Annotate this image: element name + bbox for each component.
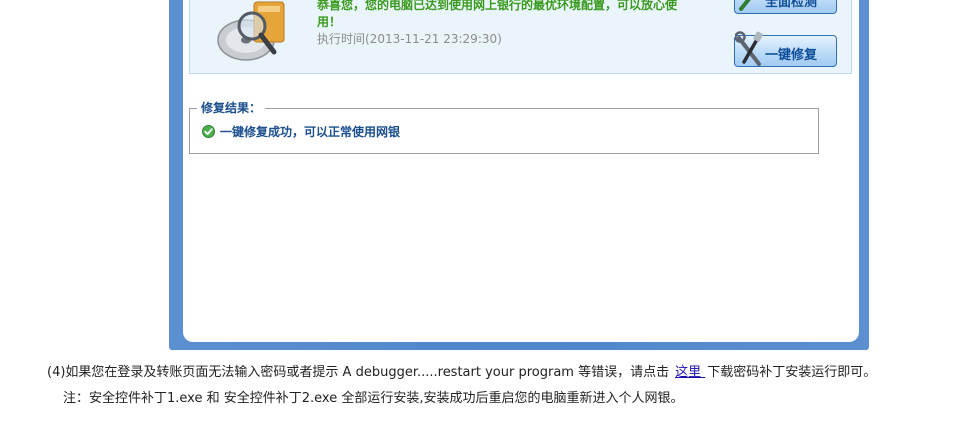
step-4-text-tail: 下载密码补丁安装运行即可。	[707, 365, 877, 380]
full-scan-label: 全面检测	[765, 0, 818, 9]
status-message: 恭喜您，您的电脑已达到使用网上银行的最优环境配置，可以放心使用！	[317, 0, 678, 29]
step-4-text: (4)如果您在登录及转账页面无法输入密码或者提示 A debugger.....…	[47, 365, 670, 380]
instruction-step-4: (4)如果您在登录及转账页面无法输入密码或者提示 A debugger.....…	[47, 361, 876, 380]
scan-tool-icon	[739, 0, 751, 11]
environment-status-panel: 恭喜您，您的电脑已达到使用网上银行的最优环境配置，可以放心使用！ 执行时间(20…	[189, 0, 852, 74]
one-click-repair-label: 一键修复	[765, 47, 818, 62]
security-tool-window: 恭喜您，您的电脑已达到使用网上银行的最优环境配置，可以放心使用！ 执行时间(20…	[169, 0, 869, 350]
repair-result-message: 一键修复成功，可以正常使用网银	[220, 125, 401, 139]
green-check-icon	[202, 125, 215, 138]
hard-drive-magnifier-icon	[217, 1, 285, 61]
one-click-repair-button[interactable]: 一键修复	[734, 31, 837, 67]
instruction-note: 注：安全控件补丁1.exe 和 安全控件补丁2.exe 全部运行安装,安装成功后…	[63, 391, 684, 406]
wrench-screwdriver-icon	[735, 31, 763, 66]
repair-result-legend: 修复结果：	[197, 101, 266, 115]
full-scan-button[interactable]: 全面检测	[734, 0, 837, 14]
download-patch-link[interactable]: 这里	[675, 365, 705, 380]
window-client-area: 恭喜您，您的电脑已达到使用网上银行的最优环境配置，可以放心使用！ 执行时间(20…	[183, 0, 859, 342]
repair-result-group: 修复结果： 一键修复成功，可以正常使用网银	[189, 101, 819, 154]
repair-result-row: 一键修复成功，可以正常使用网银	[202, 123, 400, 140]
execution-time: 执行时间(2013-11-21 23:29:30)	[317, 32, 502, 46]
